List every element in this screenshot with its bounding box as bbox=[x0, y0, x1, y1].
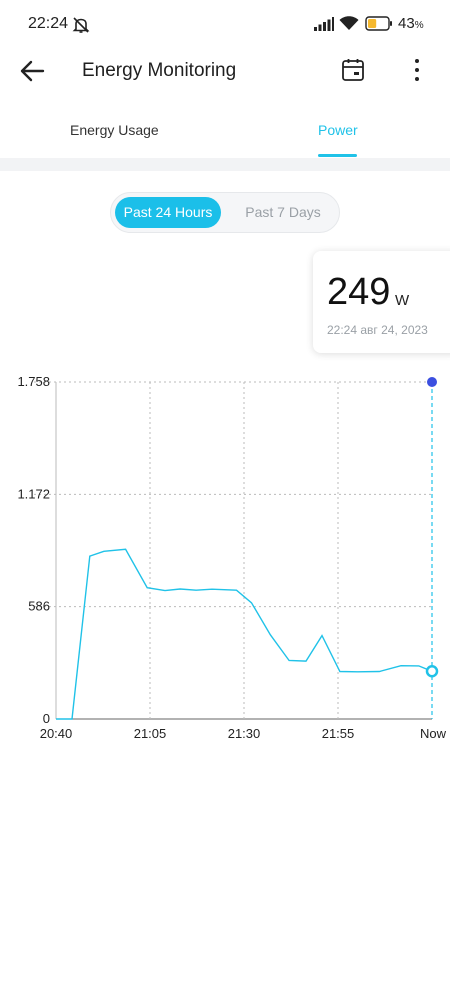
power-line-chart[interactable]: 0 586 1.172 1.758 20:40 21:05 21:30 21:55 Now bbox=[0, 360, 450, 760]
signal-icon bbox=[314, 17, 334, 31]
readout-timestamp: 22:24 авг 24, 2023 bbox=[327, 323, 428, 337]
battery-icon bbox=[365, 16, 392, 31]
range-past-24-hours-button[interactable]: Past 24 Hours bbox=[115, 197, 221, 228]
more-vertical-icon[interactable] bbox=[404, 56, 430, 84]
status-time: 22:24 bbox=[28, 15, 69, 32]
bell-muted-icon bbox=[72, 17, 90, 33]
y-tick-label: 1.172 bbox=[17, 486, 50, 501]
status-bar: 22:24 43% bbox=[0, 0, 450, 48]
x-tick-label: 21:55 bbox=[322, 726, 355, 741]
y-tick-label: 586 bbox=[28, 599, 50, 614]
y-tick-label: 1.758 bbox=[17, 374, 50, 389]
x-tick-label: 21:05 bbox=[134, 726, 167, 741]
wifi-icon bbox=[339, 16, 359, 30]
power-readout-card: 249 W 22:24 авг 24, 2023 bbox=[313, 251, 450, 353]
tab-energy-usage[interactable]: Energy Usage bbox=[70, 122, 159, 138]
arrow-left-icon[interactable] bbox=[18, 58, 46, 84]
range-past-7-days-button[interactable]: Past 7 Days bbox=[233, 197, 333, 228]
active-tab-indicator bbox=[318, 154, 357, 157]
calendar-icon[interactable] bbox=[340, 57, 366, 83]
x-tick-label: 21:30 bbox=[228, 726, 261, 741]
page-title: Energy Monitoring bbox=[82, 60, 237, 81]
readout-value: 249 bbox=[327, 271, 391, 313]
tab-power[interactable]: Power bbox=[318, 122, 358, 138]
section-divider bbox=[0, 158, 450, 171]
x-tick-label: Now bbox=[420, 726, 447, 741]
latest-point-marker bbox=[425, 665, 439, 678]
tab-bar: Energy Usage Power bbox=[0, 110, 450, 160]
x-tick-label: 20:40 bbox=[40, 726, 73, 741]
y-tick-label: 0 bbox=[43, 711, 50, 726]
cursor-handle[interactable] bbox=[427, 377, 437, 387]
readout-unit: W bbox=[395, 292, 410, 309]
app-bar: Energy Monitoring bbox=[0, 48, 450, 94]
range-toggle: Past 24 Hours Past 7 Days bbox=[110, 192, 340, 233]
battery-percent: 43% bbox=[398, 15, 424, 32]
